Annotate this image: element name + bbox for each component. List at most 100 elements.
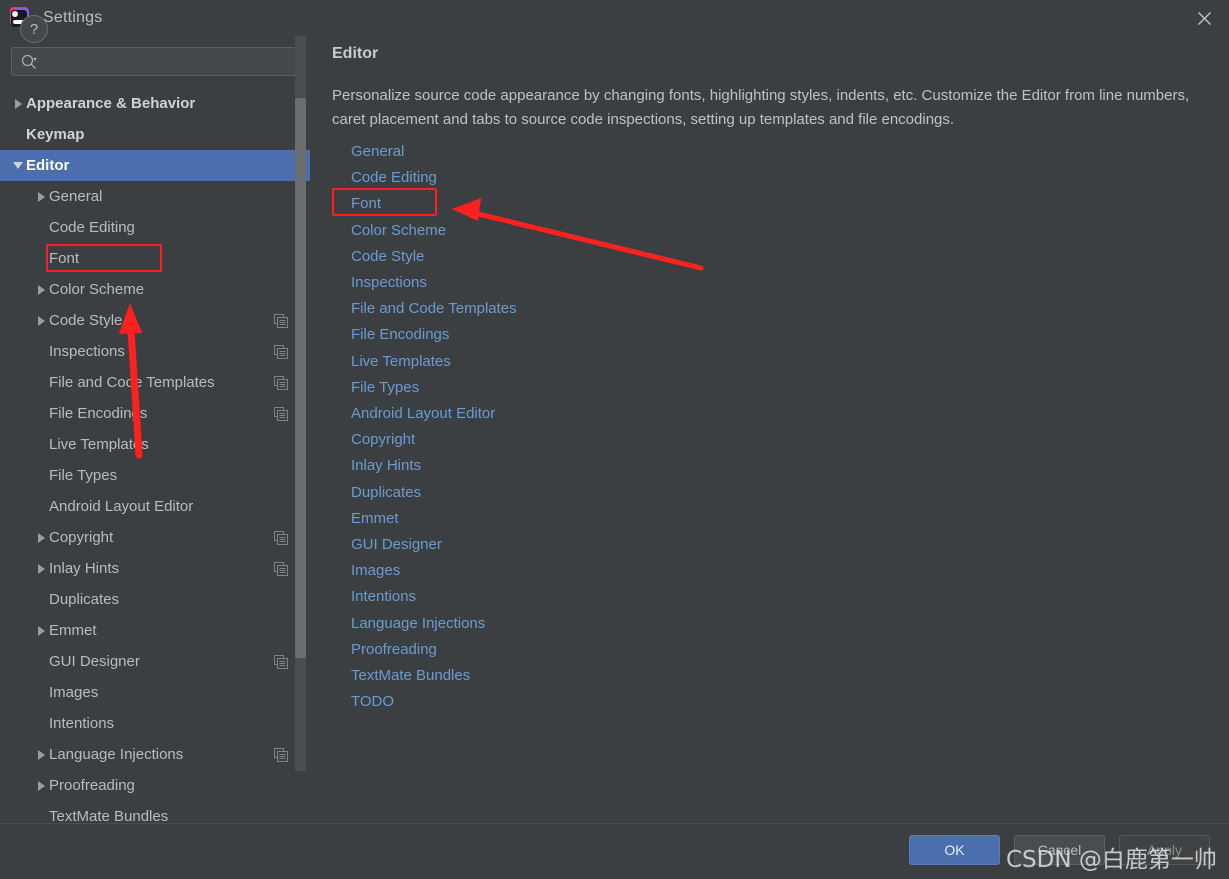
sidebar-item-copyright[interactable]: Copyright [0, 522, 310, 553]
sidebar-item-file-types[interactable]: File Types [0, 460, 310, 491]
sidebar-item-label: Code Style [49, 312, 123, 329]
link-general[interactable]: General [351, 139, 404, 165]
chevron-right-icon[interactable] [33, 747, 49, 763]
chevron-right-icon[interactable] [10, 96, 26, 112]
chevron-down-icon[interactable] [10, 158, 26, 174]
link-todo[interactable]: TODO [351, 689, 394, 715]
help-button[interactable]: ? [20, 15, 48, 43]
settings-tree[interactable]: Appearance & Behavior Keymap Editor General… [0, 88, 310, 823]
link-color-scheme[interactable]: Color Scheme [351, 218, 446, 244]
link-duplicates[interactable]: Duplicates [351, 480, 421, 506]
sidebar-scrollbar-thumb[interactable] [295, 98, 306, 658]
apply-button[interactable]: Apply [1119, 835, 1210, 865]
sidebar-item-font[interactable]: Font [0, 243, 310, 274]
search-icon [20, 53, 38, 71]
sidebar-item-label: File and Code Templates [49, 374, 215, 391]
settings-content-panel: Editor Personalize source code appearanc… [310, 36, 1229, 823]
sidebar-item-code-style[interactable]: Code Style [0, 305, 310, 336]
chevron-right-icon[interactable] [33, 530, 49, 546]
sidebar-item-keymap[interactable]: Keymap [0, 119, 310, 150]
subsection-link-row: File and Code Templates [351, 296, 517, 322]
sidebar-item-label: File Types [49, 467, 118, 484]
sidebar-item-code-editing[interactable]: Code Editing [0, 212, 310, 243]
sidebar-item-label: Appearance & Behavior [26, 95, 196, 112]
link-file-and-code-templates[interactable]: File and Code Templates [351, 296, 517, 322]
sidebar-item-emmet[interactable]: Emmet [0, 615, 310, 646]
sidebar-item-duplicates[interactable]: Duplicates [0, 584, 310, 615]
search-input[interactable] [38, 54, 298, 69]
window-title: Settings [43, 9, 103, 26]
link-live-templates[interactable]: Live Templates [351, 349, 451, 375]
ok-button[interactable]: OK [909, 835, 1000, 865]
chevron-right-icon[interactable] [33, 313, 49, 329]
link-inlay-hints[interactable]: Inlay Hints [351, 453, 421, 479]
sidebar-item-label: Live Templates [49, 436, 149, 453]
sidebar-item-intentions[interactable]: Intentions [0, 708, 310, 739]
link-images[interactable]: Images [351, 558, 400, 584]
sidebar-item-label: General [49, 188, 103, 205]
sidebar-item-proofreading[interactable]: Proofreading [0, 770, 310, 801]
link-copyright[interactable]: Copyright [351, 427, 415, 453]
sidebar-item-images[interactable]: Images [0, 677, 310, 708]
sidebar-item-color-scheme[interactable]: Color Scheme [0, 274, 310, 305]
chevron-right-icon[interactable] [33, 189, 49, 205]
subsection-link-list: General Code Editing Font Color Scheme Code … [332, 139, 517, 715]
chevron-right-icon[interactable] [33, 561, 49, 577]
copy-settings-icon[interactable] [274, 406, 288, 421]
sidebar-item-file-encodings[interactable]: File Encodings [0, 398, 310, 429]
sidebar-item-editor[interactable]: Editor [0, 150, 310, 181]
chevron-right-icon[interactable] [33, 282, 49, 298]
link-code-style[interactable]: Code Style [351, 244, 424, 270]
link-code-editing[interactable]: Code Editing [351, 165, 437, 191]
link-file-types[interactable]: File Types [351, 375, 419, 401]
subsection-link-row: Copyright [351, 427, 517, 453]
close-icon[interactable] [1191, 6, 1217, 30]
settings-sidebar: Appearance & Behavior Keymap Editor General… [0, 36, 310, 823]
link-language-injections[interactable]: Language Injections [351, 611, 485, 637]
link-textmate-bundles[interactable]: TextMate Bundles [351, 663, 470, 689]
sidebar-item-label: Copyright [49, 529, 114, 546]
copy-settings-icon[interactable] [274, 530, 288, 545]
page-title: Editor [332, 45, 379, 62]
subsection-link-row: Android Layout Editor [351, 401, 517, 427]
sidebar-item-label: Emmet [49, 622, 97, 639]
link-intentions[interactable]: Intentions [351, 584, 416, 610]
sidebar-item-inspections[interactable]: Inspections [0, 336, 310, 367]
cancel-button[interactable]: Cancel [1014, 835, 1105, 865]
copy-settings-icon[interactable] [274, 561, 288, 576]
sidebar-item-label: GUI Designer [49, 653, 140, 670]
copy-settings-icon[interactable] [274, 375, 288, 390]
sidebar-item-android-layout-editor[interactable]: Android Layout Editor [0, 491, 310, 522]
search-box[interactable] [11, 47, 299, 76]
sidebar-item-general[interactable]: General [0, 181, 310, 212]
copy-settings-icon[interactable] [274, 654, 288, 669]
sidebar-item-textmate-bundles[interactable]: TextMate Bundles [0, 801, 310, 823]
copy-settings-icon[interactable] [274, 344, 288, 359]
sidebar-item-inlay-hints[interactable]: Inlay Hints [0, 553, 310, 584]
sidebar-item-language-injections[interactable]: Language Injections [0, 739, 310, 770]
chevron-right-icon[interactable] [33, 778, 49, 794]
link-gui-designer[interactable]: GUI Designer [351, 532, 442, 558]
link-file-encodings[interactable]: File Encodings [351, 322, 449, 348]
sidebar-item-label: Duplicates [49, 591, 120, 608]
link-inspections[interactable]: Inspections [351, 270, 427, 296]
link-android-layout-editor[interactable]: Android Layout Editor [351, 401, 495, 427]
sidebar-item-file-and-code-templates[interactable]: File and Code Templates [0, 367, 310, 398]
copy-settings-icon[interactable] [274, 747, 288, 762]
sidebar-item-label: Code Editing [49, 219, 135, 236]
link-emmet[interactable]: Emmet [351, 506, 399, 532]
link-font[interactable]: Font [351, 191, 381, 217]
subsection-link-row: Font [332, 188, 517, 217]
chevron-right-icon[interactable] [33, 623, 49, 639]
link-proofreading[interactable]: Proofreading [351, 637, 437, 663]
copy-settings-icon[interactable] [274, 313, 288, 328]
sidebar-item-appearance-behavior[interactable]: Appearance & Behavior [0, 88, 310, 119]
sidebar-item-live-templates[interactable]: Live Templates [0, 429, 310, 460]
subsection-link-row: TextMate Bundles [351, 663, 517, 689]
sidebar-item-gui-designer[interactable]: GUI Designer [0, 646, 310, 677]
